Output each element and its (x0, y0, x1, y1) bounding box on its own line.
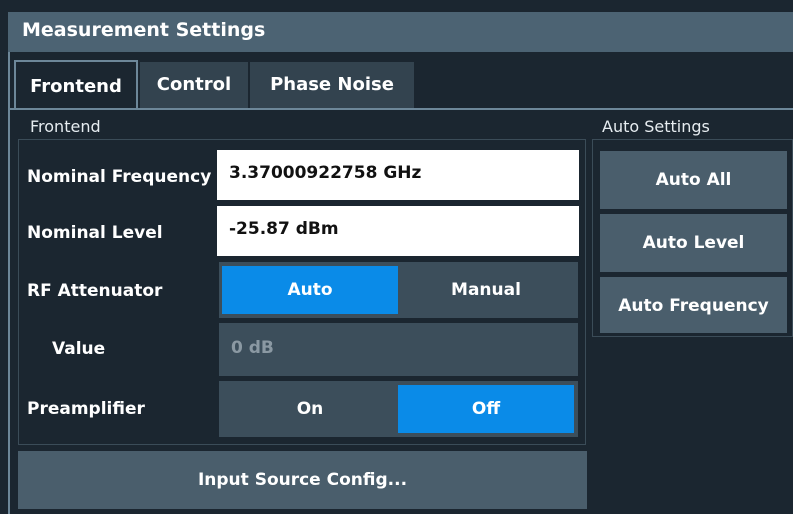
rf-attenuator-label: RF Attenuator (27, 281, 163, 301)
window-border (8, 52, 10, 514)
auto-frequency-button[interactable]: Auto Frequency (600, 277, 787, 333)
auto-settings-group-label: Auto Settings (602, 117, 710, 136)
tab-control[interactable]: Control (140, 62, 248, 108)
window-title: Measurement Settings (8, 12, 793, 52)
tab-phase-noise[interactable]: Phase Noise (250, 62, 414, 108)
auto-level-button[interactable]: Auto Level (600, 214, 787, 272)
preamplifier-on-option[interactable]: On (222, 385, 398, 433)
nominal-level-label: Nominal Level (27, 223, 163, 243)
input-source-config-button[interactable]: Input Source Config... (18, 451, 587, 509)
preamplifier-label: Preamplifier (27, 399, 145, 419)
tab-frontend[interactable]: Frontend (14, 60, 138, 110)
tab-divider (10, 108, 793, 110)
auto-all-button[interactable]: Auto All (600, 151, 787, 209)
tab-bar: Frontend Control Phase Noise (10, 52, 793, 110)
value-label: Value (52, 339, 106, 359)
preamplifier-off-option[interactable]: Off (398, 385, 574, 433)
attenuation-value-field: 0 dB (219, 323, 578, 376)
nominal-frequency-label: Nominal Frequency (27, 167, 212, 187)
nominal-level-input[interactable]: -25.87 dBm (217, 206, 579, 256)
rf-attenuator-auto-option[interactable]: Auto (222, 266, 398, 314)
rf-attenuator-manual-option[interactable]: Manual (398, 266, 574, 314)
nominal-frequency-input[interactable]: 3.37000922758 GHz (217, 150, 579, 200)
frontend-group-label: Frontend (30, 117, 101, 136)
